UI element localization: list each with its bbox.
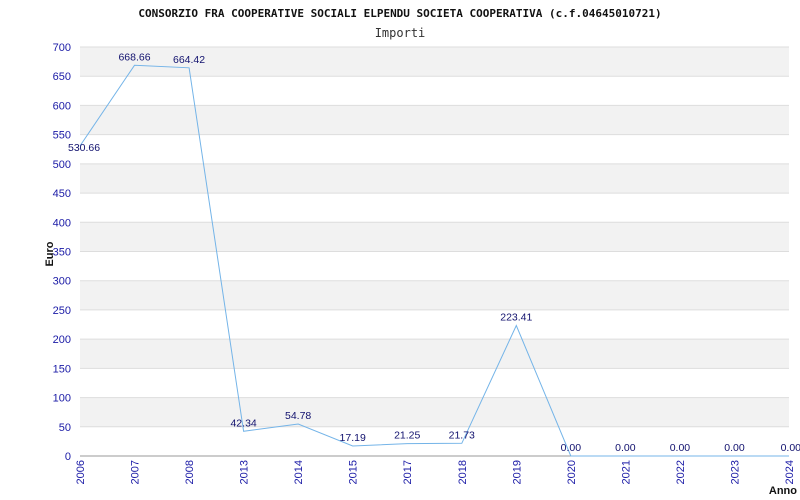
x-tick-label: 2021 — [620, 460, 632, 484]
plot-band — [80, 105, 789, 135]
y-tick-label: 150 — [53, 363, 71, 375]
chart-title: CONSORZIO FRA COOPERATIVE SOCIALI ELPEND… — [138, 7, 661, 20]
x-tick-label: 2008 — [184, 460, 196, 484]
x-tick-label: 2007 — [130, 460, 142, 484]
data-label: 54.78 — [285, 410, 311, 422]
plot-band — [80, 339, 789, 369]
x-tick-label: 2024 — [784, 460, 796, 484]
x-tick-label: 2015 — [348, 460, 360, 484]
plot-band — [80, 280, 789, 310]
y-tick-label: 200 — [53, 334, 71, 346]
y-tick-label: 250 — [53, 305, 71, 317]
y-tick-label: 0 — [65, 451, 71, 463]
plot-background-bands — [80, 47, 789, 427]
x-tick-label: 2022 — [675, 460, 687, 484]
y-tick-label: 650 — [53, 71, 71, 83]
x-tick-label: 2023 — [729, 460, 741, 484]
data-label: 0.00 — [724, 442, 745, 454]
data-label: 664.42 — [173, 54, 205, 66]
y-tick-label: 600 — [53, 100, 71, 112]
y-tick-label: 100 — [53, 393, 71, 405]
y-tick-label: 550 — [53, 130, 71, 142]
y-tick-label: 400 — [53, 217, 71, 229]
y-tick-label: 450 — [53, 188, 71, 200]
data-label: 668.66 — [118, 51, 150, 63]
x-tick-label: 2014 — [293, 460, 305, 484]
plot-band — [80, 397, 789, 427]
plot-band — [80, 163, 789, 194]
data-label: 0.00 — [670, 442, 691, 454]
y-axis-label: Euro — [44, 241, 56, 266]
x-tick-label: 2017 — [402, 460, 414, 484]
plot-band — [80, 222, 789, 252]
data-label: 530.66 — [68, 142, 100, 154]
data-label: 21.73 — [449, 429, 475, 441]
x-tick-label: 2013 — [239, 460, 251, 484]
data-label: 21.25 — [394, 430, 420, 442]
y-tick-label: 50 — [59, 422, 71, 434]
data-label: 42.34 — [230, 417, 256, 429]
data-label: 0.00 — [781, 442, 800, 454]
data-label: 0.00 — [615, 442, 636, 454]
line-chart: CONSORZIO FRA COOPERATIVE SOCIALI ELPEND… — [44, 7, 800, 497]
x-tick-label: 2020 — [566, 460, 578, 484]
data-label: 223.41 — [500, 311, 532, 323]
chart-subtitle: Importi — [375, 26, 426, 40]
x-tick-label: 2018 — [457, 460, 469, 484]
y-tick-label: 500 — [53, 159, 71, 171]
x-tick-label: 2019 — [511, 460, 523, 484]
x-axis-label: Anno — [769, 485, 797, 497]
data-label: 17.19 — [340, 432, 366, 444]
x-tick-labels: 2006 2007 2008 2013 2014 2015 2017 2018 2019 2020… — [75, 460, 796, 484]
x-tick-label: 2006 — [75, 460, 87, 484]
y-tick-label: 300 — [53, 276, 71, 288]
y-tick-label: 700 — [53, 42, 71, 54]
data-label: 0.00 — [561, 442, 582, 454]
